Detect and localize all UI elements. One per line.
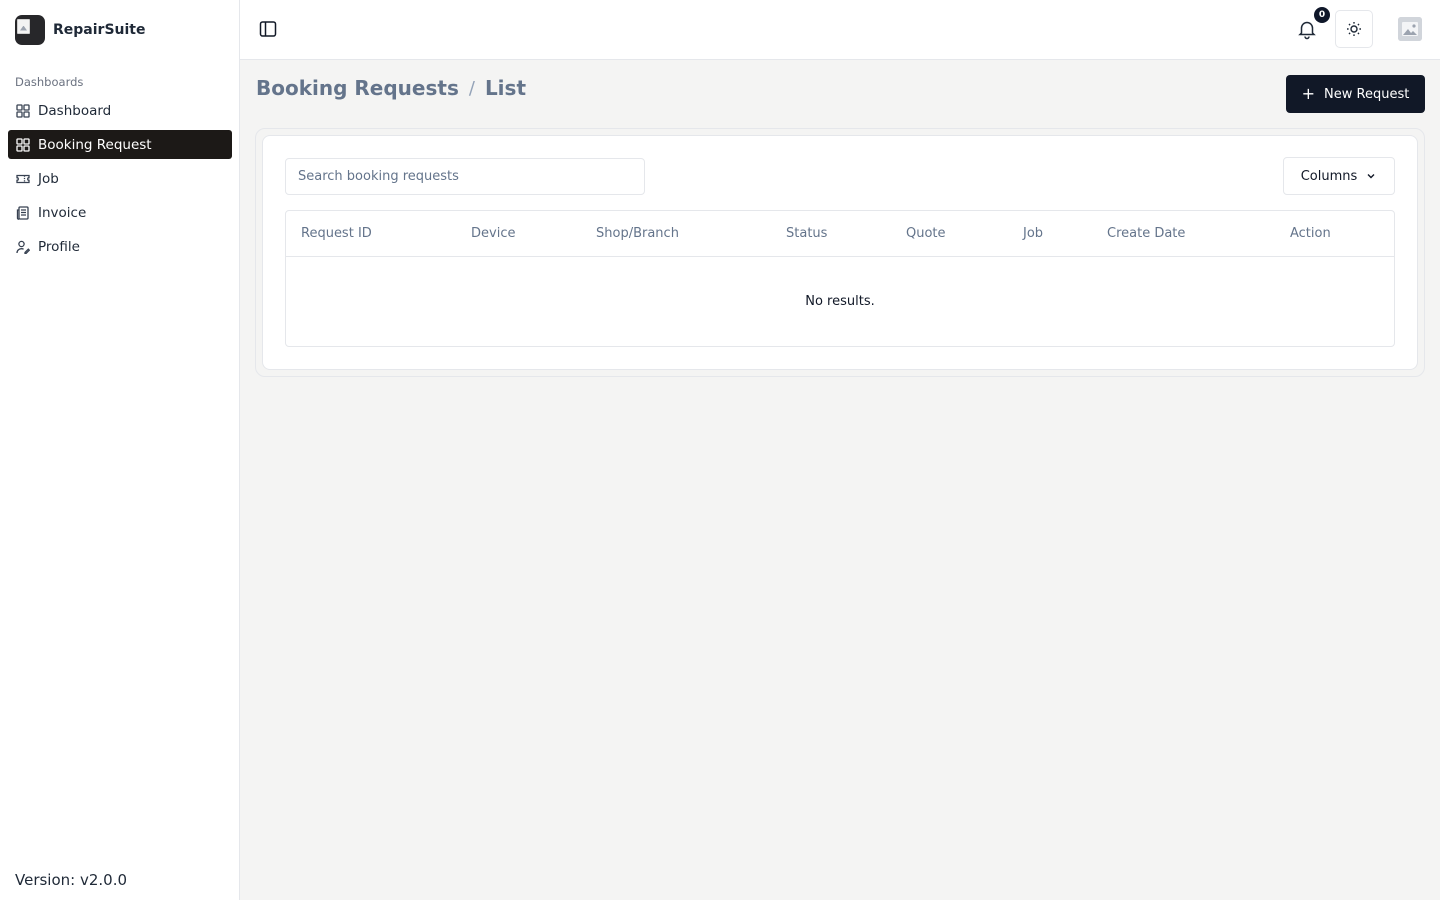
top-bar: 0 xyxy=(240,0,1440,60)
breadcrumb-separator: / xyxy=(468,77,475,99)
sidebar: RepairSuite Dashboards Dashboard Booking… xyxy=(0,0,240,900)
grid-icon xyxy=(16,103,30,118)
user-pen-icon xyxy=(16,240,30,254)
columns-button[interactable]: Columns xyxy=(1283,157,1395,195)
sidebar-item-booking-request[interactable]: Booking Request xyxy=(8,130,232,159)
booking-requests-table: Request ID Device Shop/Branch Status Quo… xyxy=(285,210,1395,347)
new-request-button-label: New Request xyxy=(1324,86,1410,102)
table-empty-message: No results. xyxy=(805,294,875,309)
app-version: Version: v2.0.0 xyxy=(15,871,128,889)
user-avatar[interactable] xyxy=(1398,17,1422,41)
sidebar-item-dashboard[interactable]: Dashboard xyxy=(8,96,232,125)
column-header-request-id[interactable]: Request ID xyxy=(301,226,372,241)
breadcrumb-root[interactable]: Booking Requests xyxy=(256,76,459,100)
sidebar-section-label: Dashboards xyxy=(15,75,84,89)
brand-name: RepairSuite xyxy=(53,21,146,38)
brand[interactable]: RepairSuite xyxy=(15,14,145,45)
notification-count-badge: 0 xyxy=(1314,7,1330,23)
sidebar-toggle-icon[interactable] xyxy=(258,19,278,39)
new-request-button[interactable]: + New Request xyxy=(1286,75,1425,113)
sidebar-nav: Dashboard Booking Request Job Invoice Pr… xyxy=(8,96,232,266)
sidebar-item-label: Job xyxy=(38,170,59,187)
table-header-row: Request ID Device Shop/Branch Status Quo… xyxy=(286,211,1394,257)
sidebar-item-label: Invoice xyxy=(38,204,87,221)
column-header-quote[interactable]: Quote xyxy=(906,226,946,241)
sidebar-item-invoice[interactable]: Invoice xyxy=(8,198,232,227)
sidebar-item-label: Dashboard xyxy=(38,102,112,119)
brand-logo xyxy=(15,14,45,45)
column-header-shop-branch[interactable]: Shop/Branch xyxy=(596,226,679,241)
theme-toggle-button[interactable] xyxy=(1335,10,1373,48)
sidebar-item-label: Profile xyxy=(38,238,80,255)
column-header-device[interactable]: Device xyxy=(471,226,515,241)
sidebar-item-job[interactable]: Job xyxy=(8,164,232,193)
column-header-create-date[interactable]: Create Date xyxy=(1107,226,1185,241)
column-header-action: Action xyxy=(1290,226,1331,241)
sidebar-item-profile[interactable]: Profile xyxy=(8,232,232,261)
plus-icon: + xyxy=(1301,84,1316,103)
ticket-icon xyxy=(16,172,30,186)
notifications-bell-icon[interactable] xyxy=(1296,18,1318,40)
column-header-status[interactable]: Status xyxy=(786,226,827,241)
search-input[interactable] xyxy=(285,158,645,195)
column-header-job[interactable]: Job xyxy=(1023,226,1043,241)
sidebar-item-label: Booking Request xyxy=(38,136,152,153)
breadcrumb-current: List xyxy=(484,76,527,100)
chevron-down-icon xyxy=(1365,170,1377,182)
columns-button-label: Columns xyxy=(1300,168,1358,184)
breadcrumb: Booking Requests / List xyxy=(256,76,526,100)
grid-icon xyxy=(16,137,30,152)
sun-icon xyxy=(1346,21,1362,37)
receipt-icon xyxy=(16,205,30,220)
